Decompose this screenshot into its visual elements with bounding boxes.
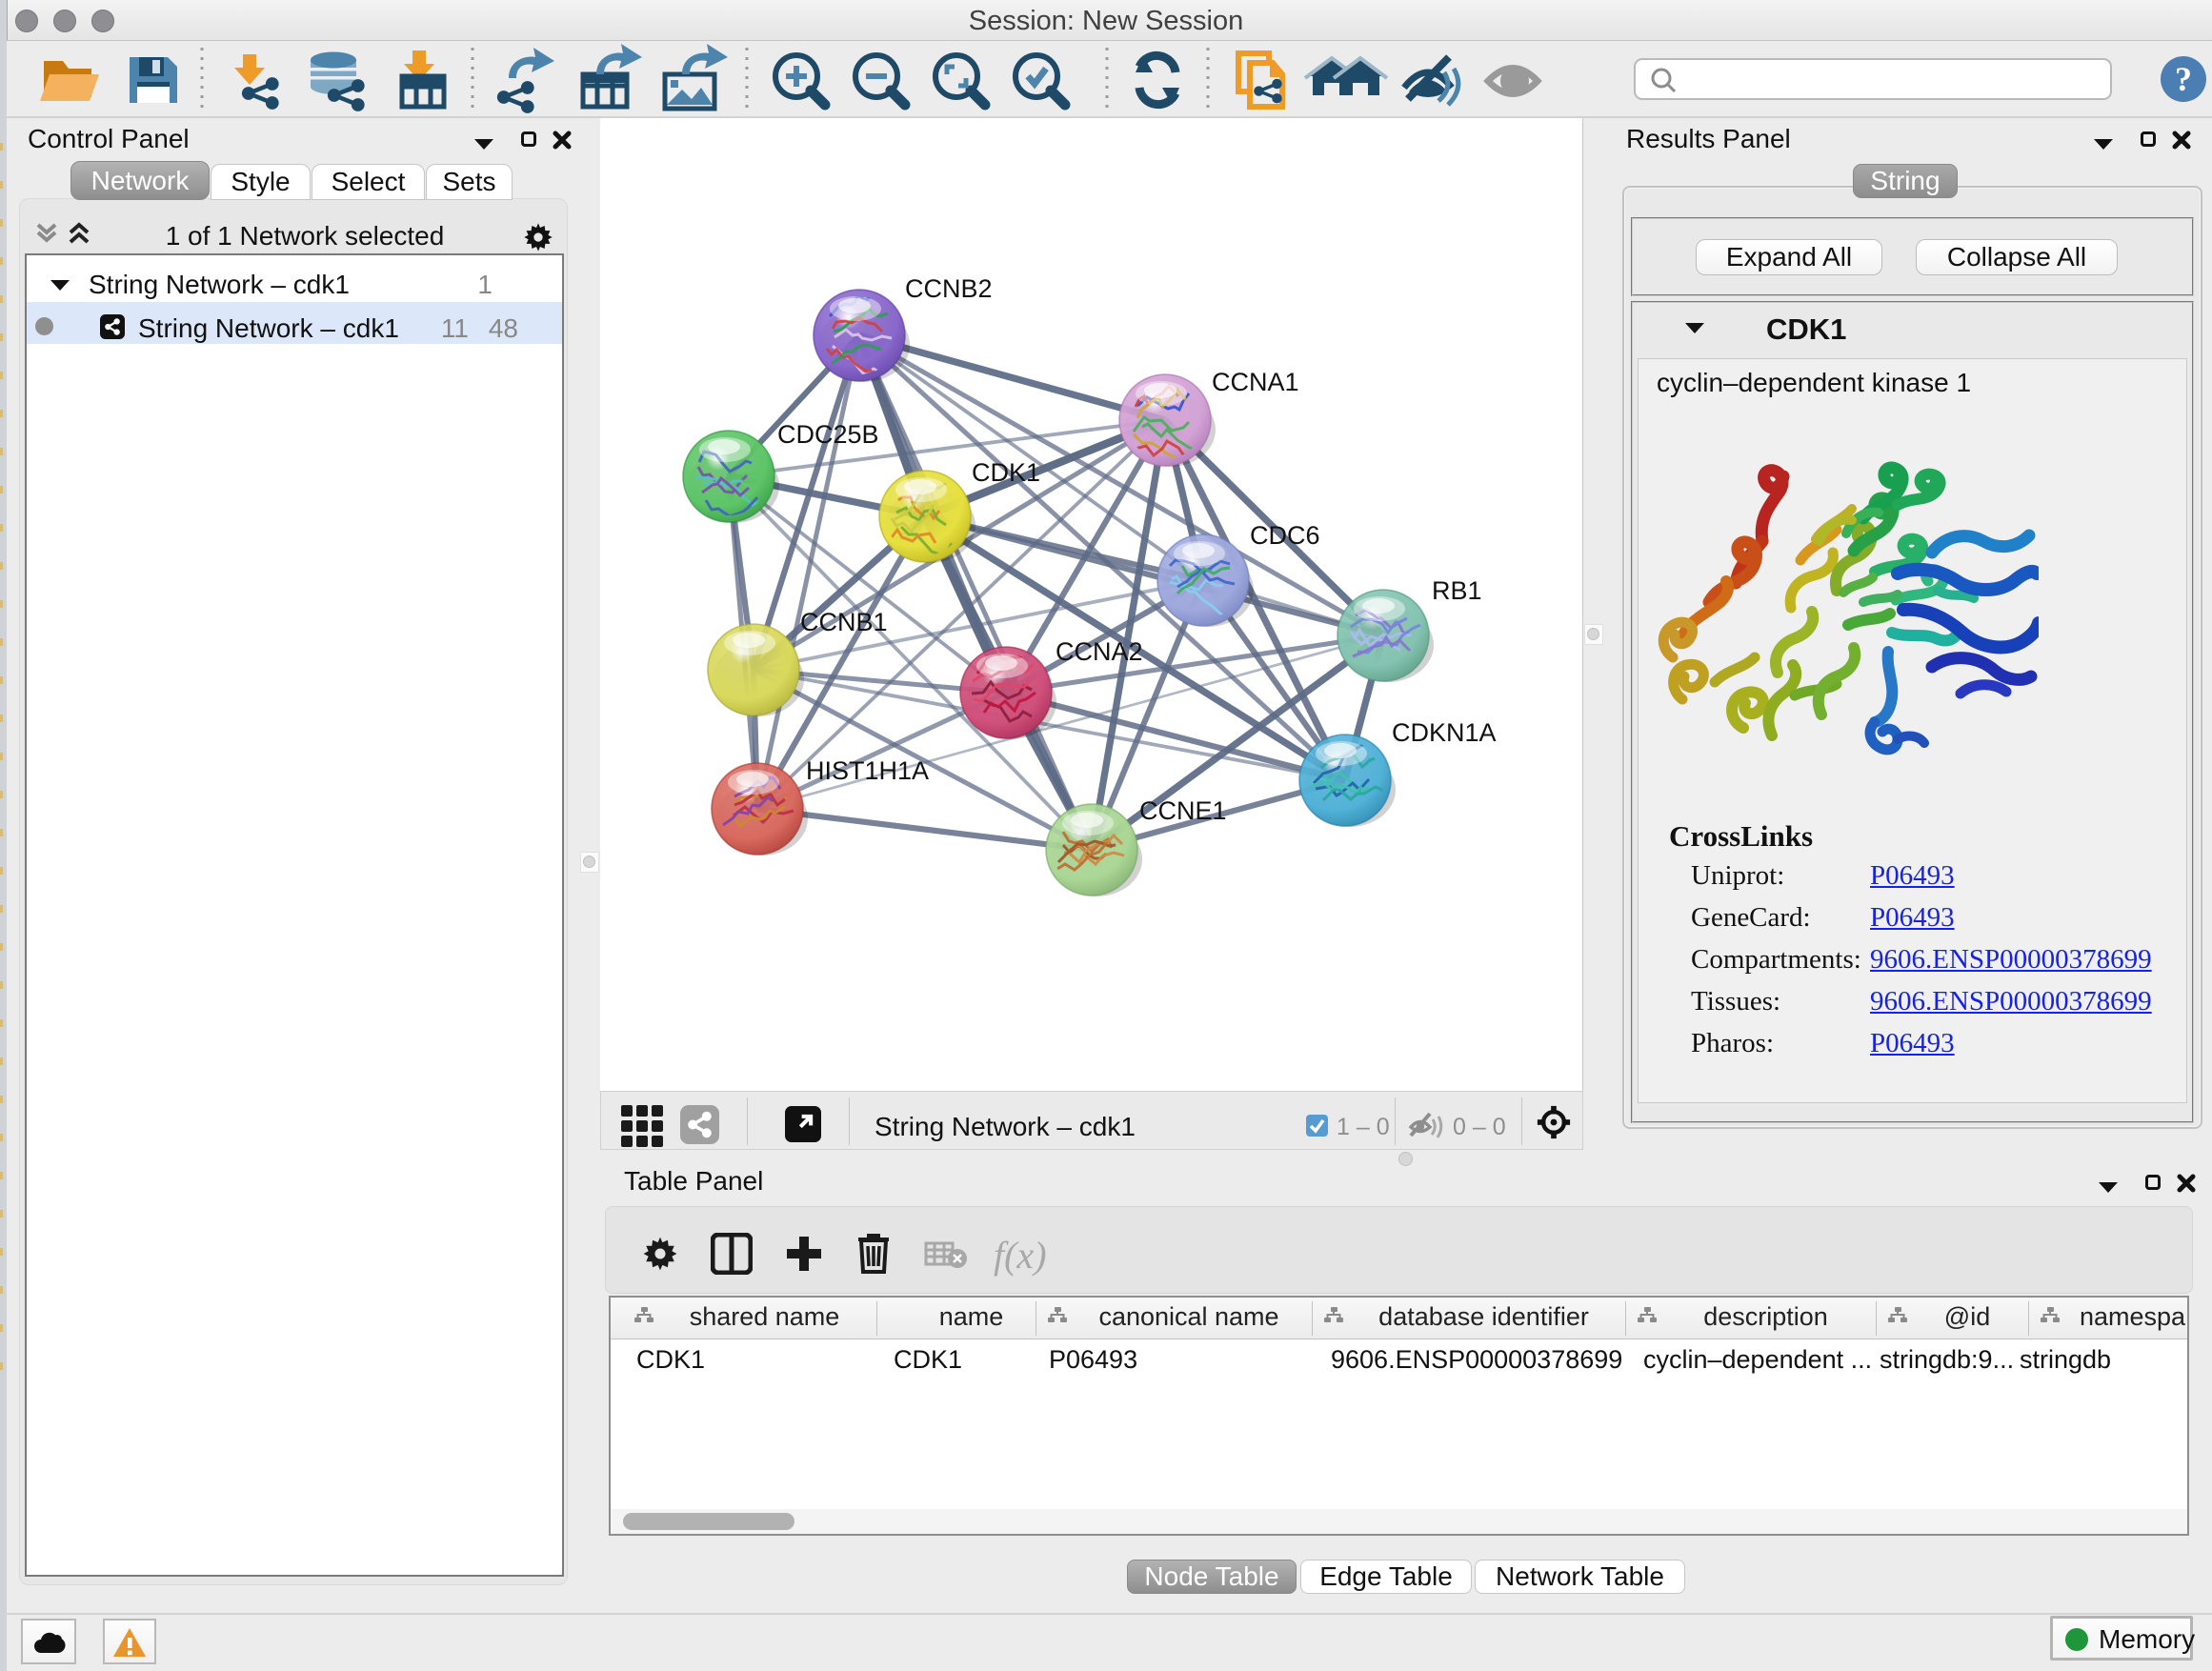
svg-text:CCNB1: CCNB1: [800, 608, 888, 636]
svg-text:CDK1: CDK1: [972, 458, 1040, 487]
svg-text:CDKN1A: CDKN1A: [1392, 718, 1497, 747]
svg-text:HIST1H1A: HIST1H1A: [806, 756, 929, 785]
svg-text:CCNA2: CCNA2: [1056, 637, 1143, 666]
svg-text:CCNB2: CCNB2: [905, 274, 993, 303]
svg-text:CCNA1: CCNA1: [1212, 368, 1299, 396]
svg-text:?: ?: [2175, 60, 2192, 98]
svg-text:RB1: RB1: [1432, 576, 1482, 605]
svg-text:CCNE1: CCNE1: [1139, 796, 1227, 825]
svg-text:CDC6: CDC6: [1250, 521, 1320, 550]
svg-text:CDC25B: CDC25B: [777, 420, 879, 449]
